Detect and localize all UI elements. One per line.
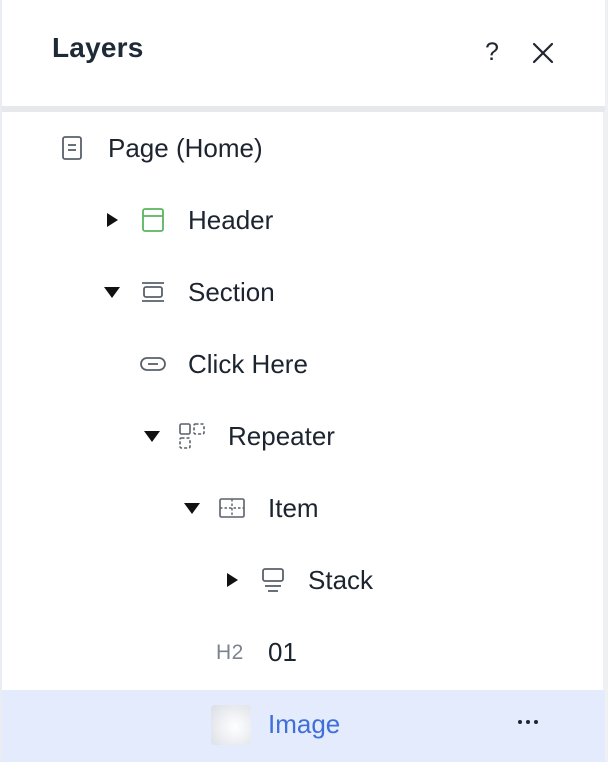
close-button[interactable] xyxy=(528,38,558,68)
caret-down-icon[interactable] xyxy=(142,426,162,446)
caret-down-icon[interactable] xyxy=(182,498,202,518)
close-icon xyxy=(532,42,554,64)
h2-tag-icon: H2 xyxy=(216,641,244,664)
layer-label: Image xyxy=(268,709,341,739)
caret-right-icon[interactable] xyxy=(222,570,242,590)
page-icon xyxy=(62,136,82,160)
more-options-icon[interactable] xyxy=(512,710,544,734)
item-icon xyxy=(219,498,245,518)
layer-row-item[interactable]: Item xyxy=(2,474,605,546)
section-icon xyxy=(142,282,164,302)
layer-label: Section xyxy=(188,277,275,307)
header-icon xyxy=(142,208,164,232)
header-divider xyxy=(2,106,605,112)
panel-header: Layers ? xyxy=(2,0,605,106)
layer-label: Stack xyxy=(308,565,374,595)
layer-row-header[interactable]: Header xyxy=(2,186,605,258)
layer-row-image[interactable]: Image xyxy=(2,690,605,762)
layer-label: Page (Home) xyxy=(108,133,263,163)
button-icon xyxy=(140,357,166,371)
layers-panel: Layers ? Page (Home) Header Section Clic… xyxy=(0,0,608,762)
repeater-icon xyxy=(179,423,205,449)
layer-row-page[interactable]: Page (Home) xyxy=(2,114,605,186)
layer-label: Item xyxy=(268,493,319,523)
stack-icon xyxy=(262,568,284,592)
panel-title: Layers xyxy=(52,32,144,63)
caret-down-icon[interactable] xyxy=(102,282,122,302)
layer-label: 01 xyxy=(268,637,297,667)
image-thumbnail xyxy=(211,705,251,745)
layer-row-heading[interactable]: H2 01 xyxy=(2,618,605,690)
layer-row-repeater[interactable]: Repeater xyxy=(2,402,605,474)
layer-row-click-here[interactable]: Click Here xyxy=(2,330,605,402)
caret-right-icon[interactable] xyxy=(102,210,122,230)
help-button[interactable]: ? xyxy=(478,34,506,70)
layer-label: Header xyxy=(188,205,274,235)
layer-label: Repeater xyxy=(228,421,335,451)
layer-label: Click Here xyxy=(188,349,308,379)
layer-row-stack[interactable]: Stack xyxy=(2,546,605,618)
layer-row-section[interactable]: Section xyxy=(2,258,605,330)
